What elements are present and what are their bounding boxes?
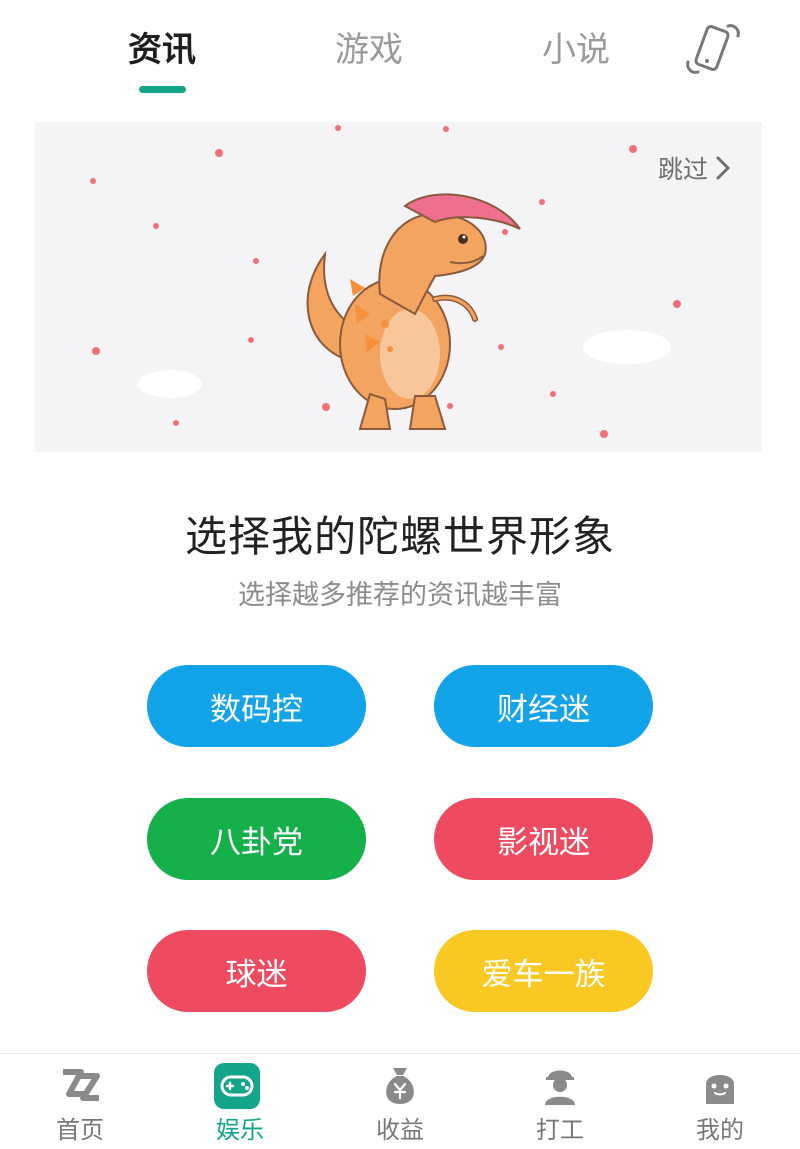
category-cars-button[interactable]: 爱车一族 bbox=[434, 930, 653, 1012]
money-bag-icon bbox=[386, 1068, 414, 1104]
tab-games[interactable]: 游戏 bbox=[335, 22, 403, 71]
page-subtitle: 选择越多推荐的资讯越丰富 bbox=[238, 580, 562, 611]
ghost-face-icon bbox=[706, 1075, 734, 1104]
nav-entertainment[interactable]: 娱乐 bbox=[160, 1054, 320, 1149]
category-sports-button[interactable]: 球迷 bbox=[147, 930, 366, 1012]
phone-rotate-icon[interactable] bbox=[684, 20, 742, 78]
nav-entertainment-label: 娱乐 bbox=[216, 1116, 264, 1144]
nav-earnings[interactable]: 收益 bbox=[320, 1054, 480, 1149]
active-tab-indicator bbox=[139, 86, 186, 93]
category-film-button[interactable]: 影视迷 bbox=[434, 798, 653, 880]
bottom-nav-bar: 首页 娱乐 收益 打工 我的 bbox=[0, 1053, 800, 1149]
dinosaur-illustration bbox=[306, 193, 521, 430]
category-finance-button[interactable]: 财经迷 bbox=[434, 665, 653, 747]
skip-label: 跳过 bbox=[657, 155, 708, 184]
nav-mine[interactable]: 我的 bbox=[640, 1054, 800, 1149]
worker-icon bbox=[545, 1070, 575, 1105]
banner: 跳过 bbox=[35, 122, 762, 452]
nav-work-label: 打工 bbox=[536, 1116, 584, 1144]
nav-home[interactable]: 首页 bbox=[0, 1054, 160, 1149]
top-tab-bar: 资讯 游戏 小说 bbox=[0, 0, 800, 110]
category-gossip-button[interactable]: 八卦党 bbox=[147, 798, 366, 880]
category-digital-button[interactable]: 数码控 bbox=[147, 665, 366, 747]
chevron-right-icon bbox=[716, 156, 730, 180]
skip-button[interactable]: 跳过 bbox=[658, 150, 732, 186]
nav-mine-label: 我的 bbox=[696, 1116, 744, 1144]
nav-home-label: 首页 bbox=[56, 1116, 104, 1144]
zz-logo-icon bbox=[63, 1069, 100, 1101]
tab-novels[interactable]: 小说 bbox=[542, 22, 610, 71]
nav-earnings-label: 收益 bbox=[376, 1116, 424, 1144]
page-title: 选择我的陀螺世界形象 bbox=[184, 512, 615, 561]
gamepad-icon bbox=[214, 1063, 260, 1109]
nav-work[interactable]: 打工 bbox=[480, 1054, 640, 1149]
tab-news[interactable]: 资讯 bbox=[128, 22, 196, 71]
